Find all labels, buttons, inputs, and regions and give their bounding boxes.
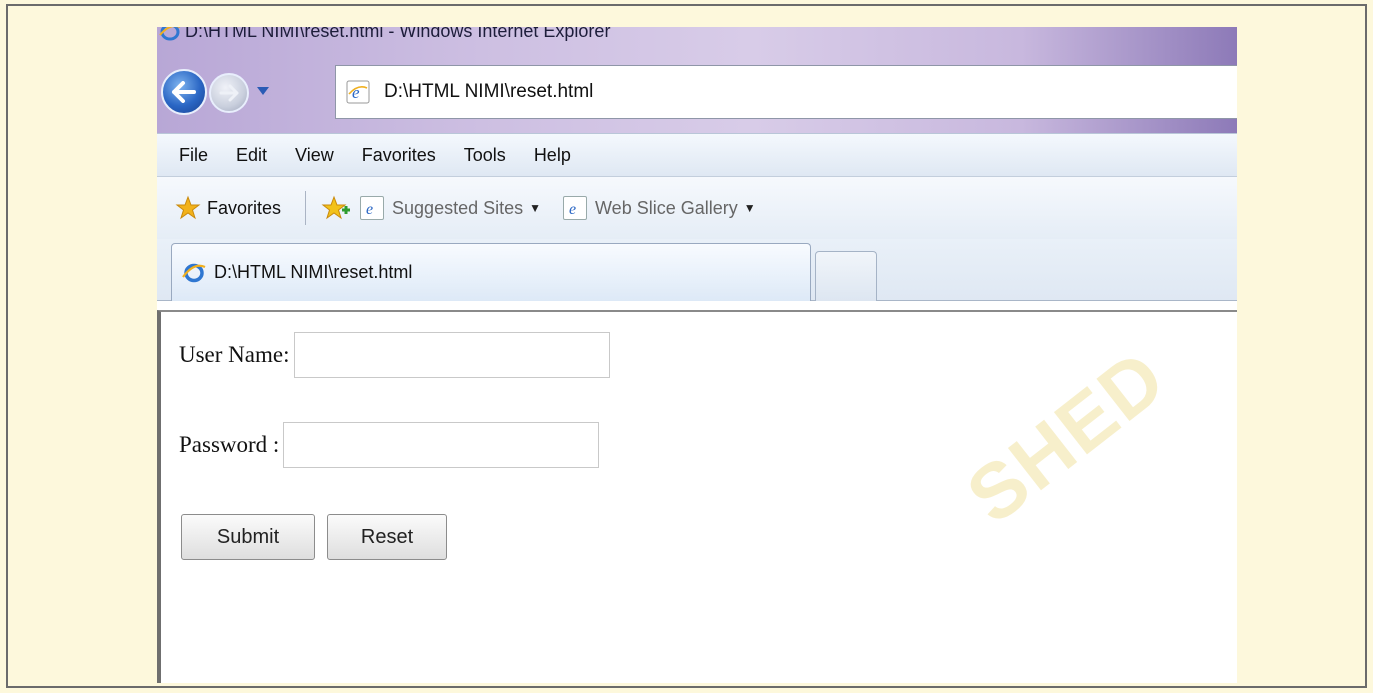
suggested-sites-link[interactable]: e Suggested Sites ▼ — [360, 196, 541, 220]
menu-favorites[interactable]: Favorites — [362, 145, 436, 166]
svg-text:e: e — [366, 201, 373, 217]
browser-window: D:\HTML NIMI\reset.html - Windows Intern… — [157, 27, 1237, 683]
password-label: Password : — [179, 432, 280, 457]
tab-reset-html[interactable]: D:\HTML NIMI\reset.html — [171, 243, 811, 301]
favorites-separator — [305, 191, 307, 225]
web-slice-gallery-link[interactable]: e Web Slice Gallery ▼ — [563, 196, 756, 220]
window-title: D:\HTML NIMI\reset.html - Windows Intern… — [185, 27, 611, 41]
forward-button[interactable] — [209, 73, 249, 113]
ie-logo-icon — [159, 27, 180, 41]
web-slice-gallery-label: Web Slice Gallery — [595, 197, 738, 218]
favorites-label: Favorites — [207, 197, 282, 218]
username-row: User Name: — [179, 332, 610, 378]
menu-file[interactable]: File — [179, 145, 208, 166]
back-button[interactable] — [161, 69, 207, 115]
svg-text:e: e — [569, 201, 576, 217]
tab-row: D:\HTML NIMI\reset.html — [157, 239, 1237, 301]
menu-view[interactable]: View — [295, 145, 334, 166]
username-input[interactable] — [293, 332, 610, 378]
url-input[interactable] — [384, 81, 984, 103]
web-slice-gallery-icon: e — [563, 196, 588, 220]
menu-edit[interactable]: Edit — [236, 145, 267, 166]
reset-button[interactable]: Reset — [327, 514, 447, 560]
menu-tools[interactable]: Tools — [464, 145, 506, 166]
recent-pages-dropdown-icon[interactable] — [255, 85, 271, 97]
page-content: User Name: Password : Submit Reset — [157, 310, 1237, 683]
submit-button[interactable]: Submit — [181, 514, 315, 560]
favorites-bar: Favorites e Suggested Sites ▼ e Web Slic… — [157, 177, 1237, 239]
back-arrow-icon — [172, 81, 196, 103]
favorites-button[interactable]: Favorites — [175, 195, 281, 221]
menu-help[interactable]: Help — [534, 145, 571, 166]
add-to-favorites-icon[interactable] — [320, 194, 352, 222]
web-slice-gallery-dropdown-icon: ▼ — [743, 201, 756, 215]
favorites-star-icon — [175, 195, 201, 220]
forward-arrow-icon — [219, 84, 239, 102]
title-and-address-area: D:\HTML NIMI\reset.html - Windows Intern… — [157, 27, 1237, 133]
password-row: Password : — [179, 422, 600, 468]
ie-page-icon: e — [346, 80, 370, 104]
new-tab-button[interactable] — [815, 251, 877, 301]
suggested-sites-dropdown-icon: ▼ — [529, 201, 542, 215]
password-input[interactable] — [283, 422, 600, 468]
address-bar[interactable]: e — [335, 65, 1237, 119]
tab-label: D:\HTML NIMI\reset.html — [214, 262, 413, 282]
tab-ie-icon — [182, 263, 206, 282]
suggested-sites-label: Suggested Sites — [392, 197, 524, 218]
username-label: User Name: — [179, 342, 290, 367]
menu-bar: File Edit View Favorites Tools Help — [157, 133, 1237, 177]
svg-text:e: e — [352, 83, 360, 102]
suggested-sites-icon: e — [360, 196, 385, 220]
